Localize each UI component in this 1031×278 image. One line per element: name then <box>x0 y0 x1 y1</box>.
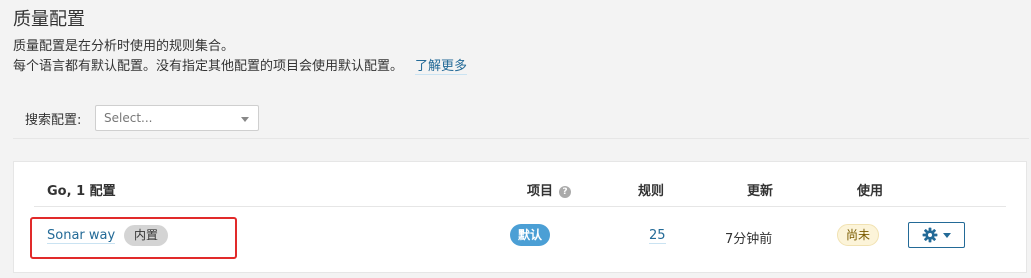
updated-time: 7分钟前 <box>725 232 773 247</box>
highlight-annotation <box>30 217 237 259</box>
default-badge: 默认 <box>510 224 551 246</box>
language-profiles-panel: Go, 1 配置 项目? 规则 更新 使用 Sonar way 内置 默认 25… <box>13 161 1027 273</box>
used-column-header: 使用 <box>857 184 884 199</box>
description-text-2: 每个语言都有默认配置。没有指定其他配置的项目会使用默认配置。 <box>13 59 404 74</box>
search-bar: 搜索配置: Select... <box>13 99 1029 139</box>
page-title: 质量配置 <box>13 9 85 30</box>
updated-column-header: 更新 <box>747 184 774 199</box>
description-line-2: 每个语言都有默认配置。没有指定其他配置的项目会使用默认配置。 了解更多 <box>13 57 468 77</box>
learn-more-link[interactable]: 了解更多 <box>415 59 468 75</box>
page-description: 质量配置是在分析时使用的规则集合。 每个语言都有默认配置。没有指定其他配置的项目… <box>13 37 468 77</box>
search-label: 搜索配置: <box>25 113 82 128</box>
header-divider <box>34 206 1006 207</box>
usage-badge: 尚未 <box>837 224 880 246</box>
projects-column-header: 项目? <box>527 180 572 199</box>
gear-icon <box>922 227 938 243</box>
help-icon[interactable]: ? <box>559 186 572 198</box>
description-line-1: 质量配置是在分析时使用的规则集合。 <box>13 39 235 54</box>
language-header: Go, 1 配置 <box>47 184 116 199</box>
rules-count-link[interactable]: 25 <box>649 228 666 244</box>
select-placeholder: Select... <box>104 111 153 125</box>
projects-header-label: 项目 <box>527 184 554 199</box>
profile-actions-button[interactable] <box>908 222 965 248</box>
chevron-down-icon <box>241 117 249 122</box>
chevron-down-icon <box>943 232 951 238</box>
rules-column-header: 规则 <box>638 184 665 199</box>
profile-search-select[interactable]: Select... <box>95 105 259 131</box>
